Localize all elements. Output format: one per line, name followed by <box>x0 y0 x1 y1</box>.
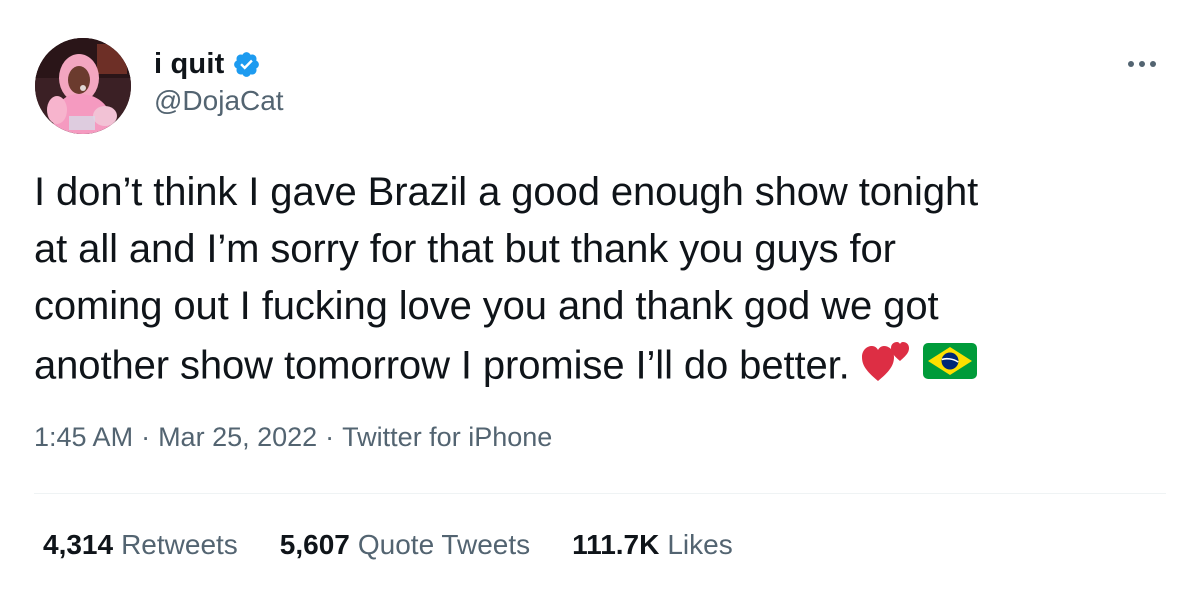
author-handle[interactable]: @DojaCat <box>154 85 284 117</box>
divider <box>34 493 1166 494</box>
author-name-row[interactable]: i quit <box>154 44 261 84</box>
meta-separator: · <box>141 422 151 452</box>
verified-badge-icon <box>232 50 261 79</box>
tweet-text-line: I don’t think I gave Brazil a good enoug… <box>34 170 979 214</box>
meta-separator: · <box>325 422 335 452</box>
tweet-text-line: at all and I’m sorry for that but thank … <box>34 227 896 271</box>
two-hearts-icon <box>860 335 912 401</box>
tweet-metadata: 1:45 AM · Mar 25, 2022 · Twitter for iPhone <box>34 422 552 453</box>
tweet-text-line: coming out I fucking love you and thank … <box>34 284 939 328</box>
tweet-source: Twitter for iPhone <box>342 422 553 452</box>
retweets-stat[interactable]: 4,314 Retweets <box>43 529 238 561</box>
tweet-stats: 4,314 Retweets 5,607 Quote Tweets 111.7K Li… <box>43 529 775 561</box>
tweet-text-line: another show tomorrow I promise I’ll do … <box>34 343 850 388</box>
likes-stat[interactable]: 111.7K Likes <box>572 529 733 561</box>
avatar-image <box>35 38 131 134</box>
tweet-text-line-last: another show tomorrow I promise I’ll do … <box>34 335 1169 401</box>
tweet-text: I don’t think I gave Brazil a good enoug… <box>34 164 1169 401</box>
likes-count: 111.7K <box>572 529 660 560</box>
avatar[interactable] <box>35 38 131 134</box>
tweet-time[interactable]: 1:45 AM <box>34 422 133 452</box>
more-options-icon[interactable] <box>1122 44 1162 84</box>
display-name[interactable]: i quit <box>154 48 224 81</box>
tweet-date[interactable]: Mar 25, 2022 <box>158 422 317 452</box>
quote-tweets-count: 5,607 <box>279 529 350 560</box>
tweet-card: i quit @DojaCat I don’t think I gave Bra… <box>0 0 1200 596</box>
likes-label: Likes <box>667 529 733 560</box>
brazil-flag-icon <box>922 340 978 397</box>
retweets-count: 4,314 <box>43 529 114 560</box>
quote-tweets-label: Quote Tweets <box>357 529 531 560</box>
retweets-label: Retweets <box>121 529 238 560</box>
tweet-time-link[interactable]: 1:45 AM · Mar 25, 2022 <box>34 422 317 452</box>
quote-tweets-stat[interactable]: 5,607 Quote Tweets <box>280 529 530 561</box>
